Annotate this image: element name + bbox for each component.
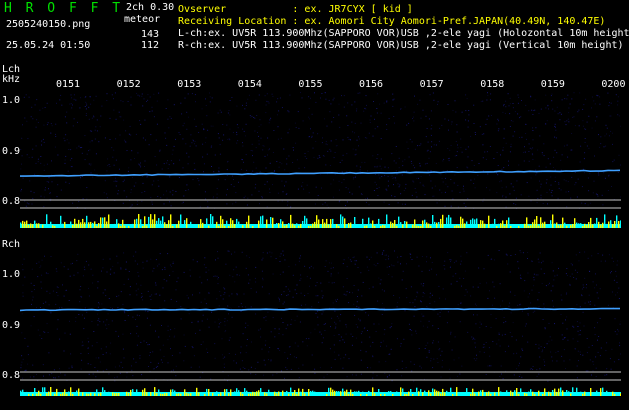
time-tick-0159: 0159	[540, 79, 565, 90]
lch-ylabel-0-9: 0.9	[2, 146, 21, 157]
time-tick-0157: 0157	[419, 79, 444, 90]
lch-activity-bars	[20, 214, 621, 228]
lch-spectrogram	[20, 92, 621, 232]
app-title: H R O F F T	[4, 1, 124, 16]
rch-ylabel-0-8: 0.8	[2, 370, 21, 381]
time-tick-0200: 0200	[601, 79, 626, 90]
time-tick-0152: 0152	[116, 79, 141, 90]
lch-carrier-trace	[20, 169, 621, 177]
rch-ylabel-0-9: 0.9	[2, 320, 21, 331]
lch-noise	[20, 92, 621, 209]
lch-ylabel-1-0: 1.0	[2, 95, 21, 106]
meteor-label: meteor	[124, 14, 161, 25]
time-tick-0153: 0153	[177, 79, 202, 90]
rch-info: R-ch:ex. UV5R 113.900Mhz(SAPPORO VOR)USB…	[178, 40, 624, 51]
observer-info: Ovserver : ex. JR7CYX [ kid ]	[178, 4, 413, 15]
rch-ylabel-1-0: 1.0	[2, 269, 21, 280]
meteor-count-rch: 112	[141, 40, 160, 51]
filename: 2505240150.png	[6, 19, 91, 30]
lch-ylabel-0-8: 0.8	[2, 196, 21, 207]
rch-noise	[20, 250, 621, 382]
time-tick-0156: 0156	[359, 79, 384, 90]
time-tick-0154: 0154	[237, 79, 262, 90]
rch-label: Rch	[2, 239, 21, 250]
mode-label: 2ch 0.30	[126, 2, 175, 13]
rch-carrier-trace	[20, 307, 621, 312]
location-info: Receiving Location : ex. Aomori City Aom…	[178, 16, 606, 27]
meteor-count-lch: 143	[141, 29, 160, 40]
lch-unit: kHz	[2, 74, 21, 85]
rch-activity-bars	[20, 387, 621, 396]
lch-info: L-ch:ex. UV5R 113.900Mhz(SAPPORO VOR)USB…	[178, 28, 629, 39]
timestamp: 25.05.24 01:50	[6, 40, 91, 51]
time-tick-0155: 0155	[298, 79, 323, 90]
time-tick-0158: 0158	[480, 79, 505, 90]
time-tick-0151: 0151	[56, 79, 81, 90]
rch-spectrogram	[20, 250, 621, 400]
